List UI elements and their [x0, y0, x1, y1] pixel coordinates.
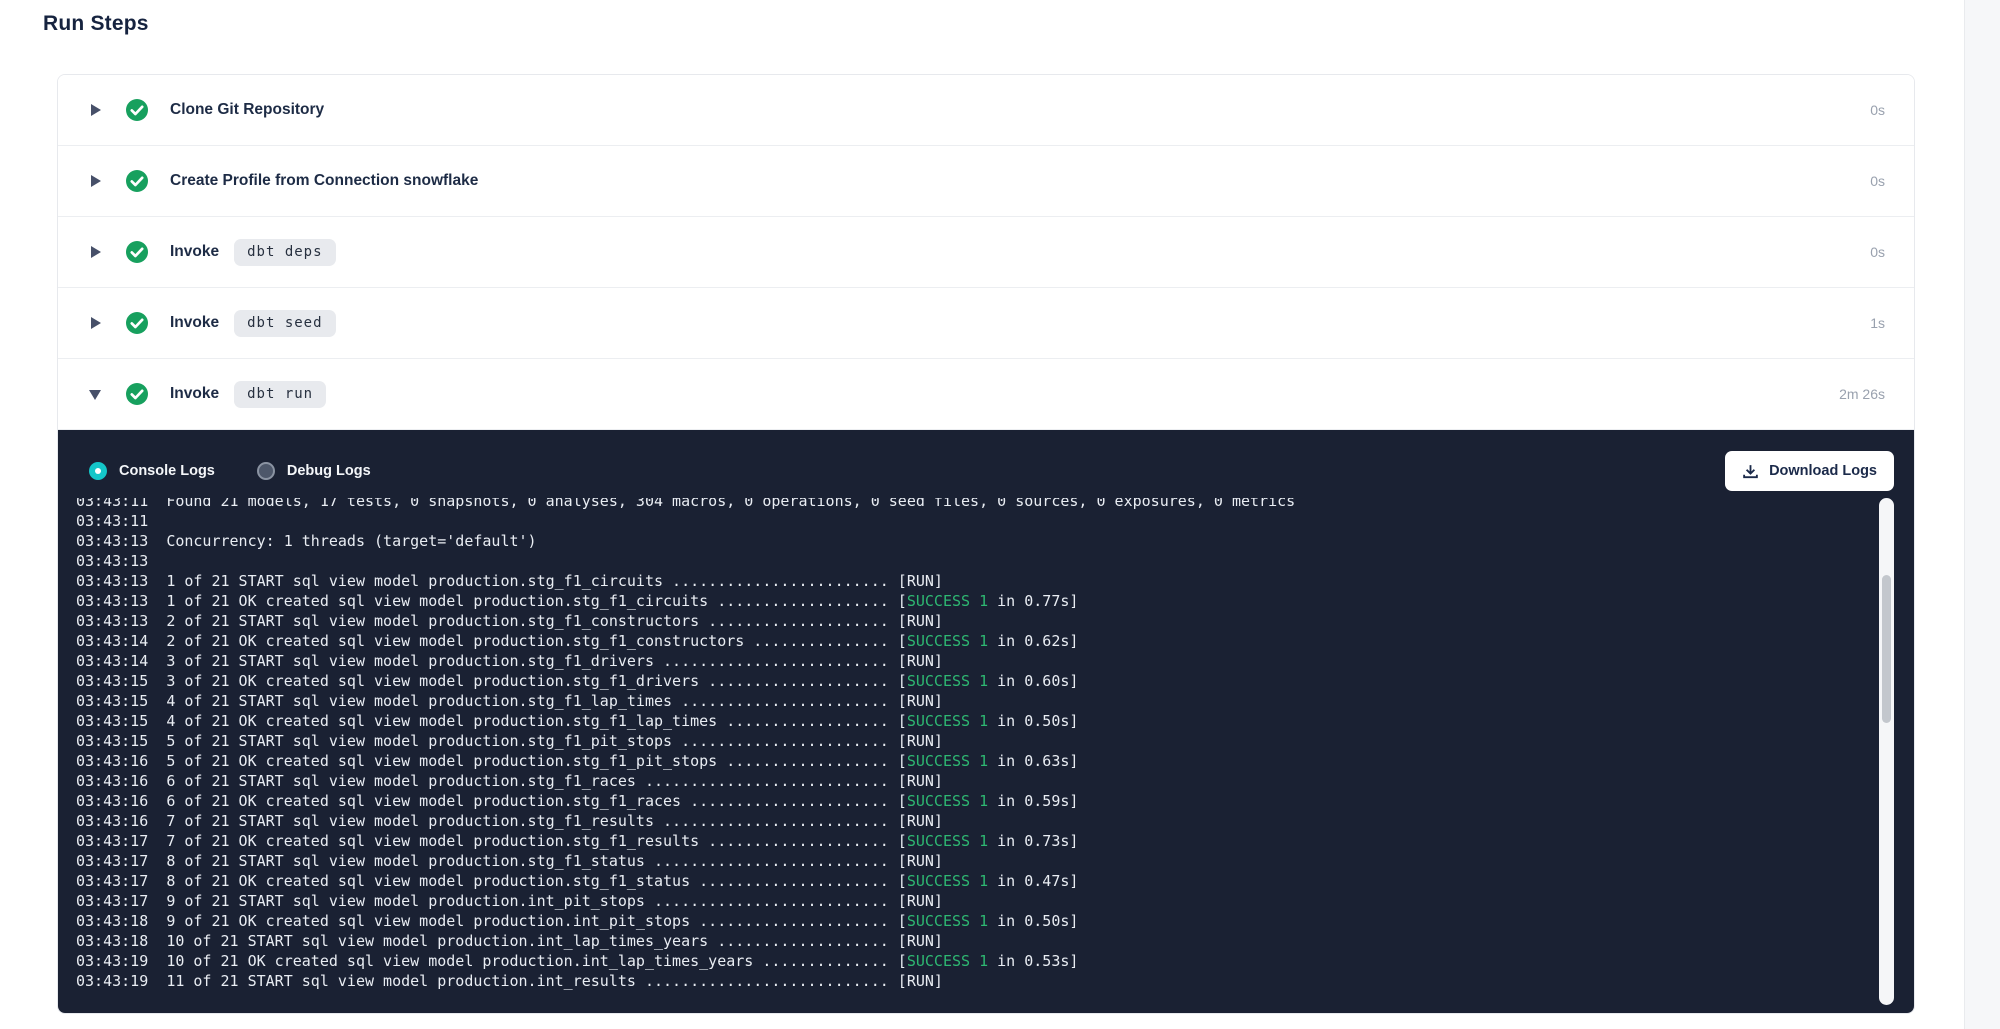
download-logs-button[interactable]: Download Logs	[1725, 451, 1894, 491]
page-right-gutter	[1964, 0, 2000, 1029]
step-label: Clone Git Repository	[170, 101, 324, 119]
step-duration: 1s	[1870, 315, 1885, 331]
radio-unselected-icon[interactable]	[257, 462, 275, 480]
console-log-lines: 03:43:11 Found 21 models, 17 tests, 0 sn…	[76, 498, 1854, 991]
check-circle-icon	[125, 240, 149, 264]
chevron-right-icon[interactable]	[89, 174, 103, 188]
debug-logs-label: Debug Logs	[287, 463, 371, 479]
radio-selected-icon[interactable]	[89, 462, 107, 480]
step-command-badge: dbt deps	[234, 239, 335, 266]
log-line: 03:43:13 1 of 21 START sql view model pr…	[76, 571, 1854, 591]
console-logs-label: Console Logs	[119, 463, 215, 479]
check-circle-icon	[125, 169, 149, 193]
download-icon	[1742, 463, 1759, 480]
console-panel: Console Logs Debug Logs Download Logs 03…	[58, 430, 1914, 1013]
console-header: Console Logs Debug Logs Download Logs	[58, 430, 1914, 496]
log-line: 03:43:18 9 of 21 OK created sql view mod…	[76, 911, 1854, 931]
log-line: 03:43:15 5 of 21 START sql view model pr…	[76, 731, 1854, 751]
step-row[interactable]: Invoke dbt seed 1s	[58, 288, 1914, 359]
log-line: 03:43:18 10 of 21 START sql view model p…	[76, 931, 1854, 951]
log-line: 03:43:13 1 of 21 OK created sql view mod…	[76, 591, 1854, 611]
log-line: 03:43:16 6 of 21 OK created sql view mod…	[76, 791, 1854, 811]
log-line: 03:43:14 3 of 21 START sql view model pr…	[76, 651, 1854, 671]
run-steps-card: Clone Git Repository 0s Create Profile f…	[57, 74, 1915, 1014]
log-line: 03:43:17 8 of 21 OK created sql view mod…	[76, 871, 1854, 891]
step-row[interactable]: Clone Git Repository 0s	[58, 75, 1914, 146]
check-circle-icon	[125, 311, 149, 335]
log-line: 03:43:17 7 of 21 OK created sql view mod…	[76, 831, 1854, 851]
log-line: 03:43:16 7 of 21 START sql view model pr…	[76, 811, 1854, 831]
step-duration: 0s	[1870, 244, 1885, 260]
log-line: 03:43:14 2 of 21 OK created sql view mod…	[76, 631, 1854, 651]
step-label: Invoke	[170, 243, 219, 261]
log-line: 03:43:16 5 of 21 OK created sql view mod…	[76, 751, 1854, 771]
step-duration: 0s	[1870, 102, 1885, 118]
step-label: Invoke	[170, 314, 219, 332]
step-command-badge: dbt run	[234, 381, 326, 408]
console-log-area[interactable]: 03:43:11 Found 21 models, 17 tests, 0 sn…	[58, 498, 1914, 1013]
log-line: 03:43:16 6 of 21 START sql view model pr…	[76, 771, 1854, 791]
log-line: 03:43:17 8 of 21 START sql view model pr…	[76, 851, 1854, 871]
step-row[interactable]: Invoke dbt run 2m 26s	[58, 359, 1914, 430]
log-line: 03:43:13	[76, 551, 1854, 571]
log-line: 03:43:15 4 of 21 START sql view model pr…	[76, 691, 1854, 711]
step-label: Create Profile from Connection snowflake	[170, 172, 478, 190]
log-line: 03:43:19 11 of 21 START sql view model p…	[76, 971, 1854, 991]
step-duration: 2m 26s	[1839, 386, 1885, 402]
step-label: Invoke	[170, 385, 219, 403]
console-scrollbar-thumb[interactable]	[1882, 575, 1891, 723]
chevron-right-icon[interactable]	[89, 103, 103, 117]
log-line: 03:43:13 Concurrency: 1 threads (target=…	[76, 531, 1854, 551]
console-scrollbar[interactable]	[1879, 498, 1894, 1005]
download-logs-label: Download Logs	[1769, 463, 1877, 479]
console-logs-radio-group[interactable]: Console Logs	[89, 462, 215, 480]
step-command-badge: dbt seed	[234, 310, 335, 337]
check-circle-icon	[125, 98, 149, 122]
log-line: 03:43:17 9 of 21 START sql view model pr…	[76, 891, 1854, 911]
log-line: 03:43:15 3 of 21 OK created sql view mod…	[76, 671, 1854, 691]
log-line: 03:43:19 10 of 21 OK created sql view mo…	[76, 951, 1854, 971]
step-row[interactable]: Create Profile from Connection snowflake…	[58, 146, 1914, 217]
log-line: 03:43:15 4 of 21 OK created sql view mod…	[76, 711, 1854, 731]
step-duration: 0s	[1870, 173, 1885, 189]
page-title: Run Steps	[43, 12, 149, 36]
log-line: 03:43:11	[76, 511, 1854, 531]
step-row[interactable]: Invoke dbt deps 0s	[58, 217, 1914, 288]
check-circle-icon	[125, 382, 149, 406]
log-line: 03:43:11 Found 21 models, 17 tests, 0 sn…	[76, 498, 1854, 511]
step-rows-container: Clone Git Repository 0s Create Profile f…	[58, 75, 1914, 430]
chevron-right-icon[interactable]	[89, 245, 103, 259]
chevron-down-icon[interactable]	[89, 387, 103, 401]
log-line: 03:43:13 2 of 21 START sql view model pr…	[76, 611, 1854, 631]
chevron-right-icon[interactable]	[89, 316, 103, 330]
debug-logs-radio-group[interactable]: Debug Logs	[257, 462, 371, 480]
